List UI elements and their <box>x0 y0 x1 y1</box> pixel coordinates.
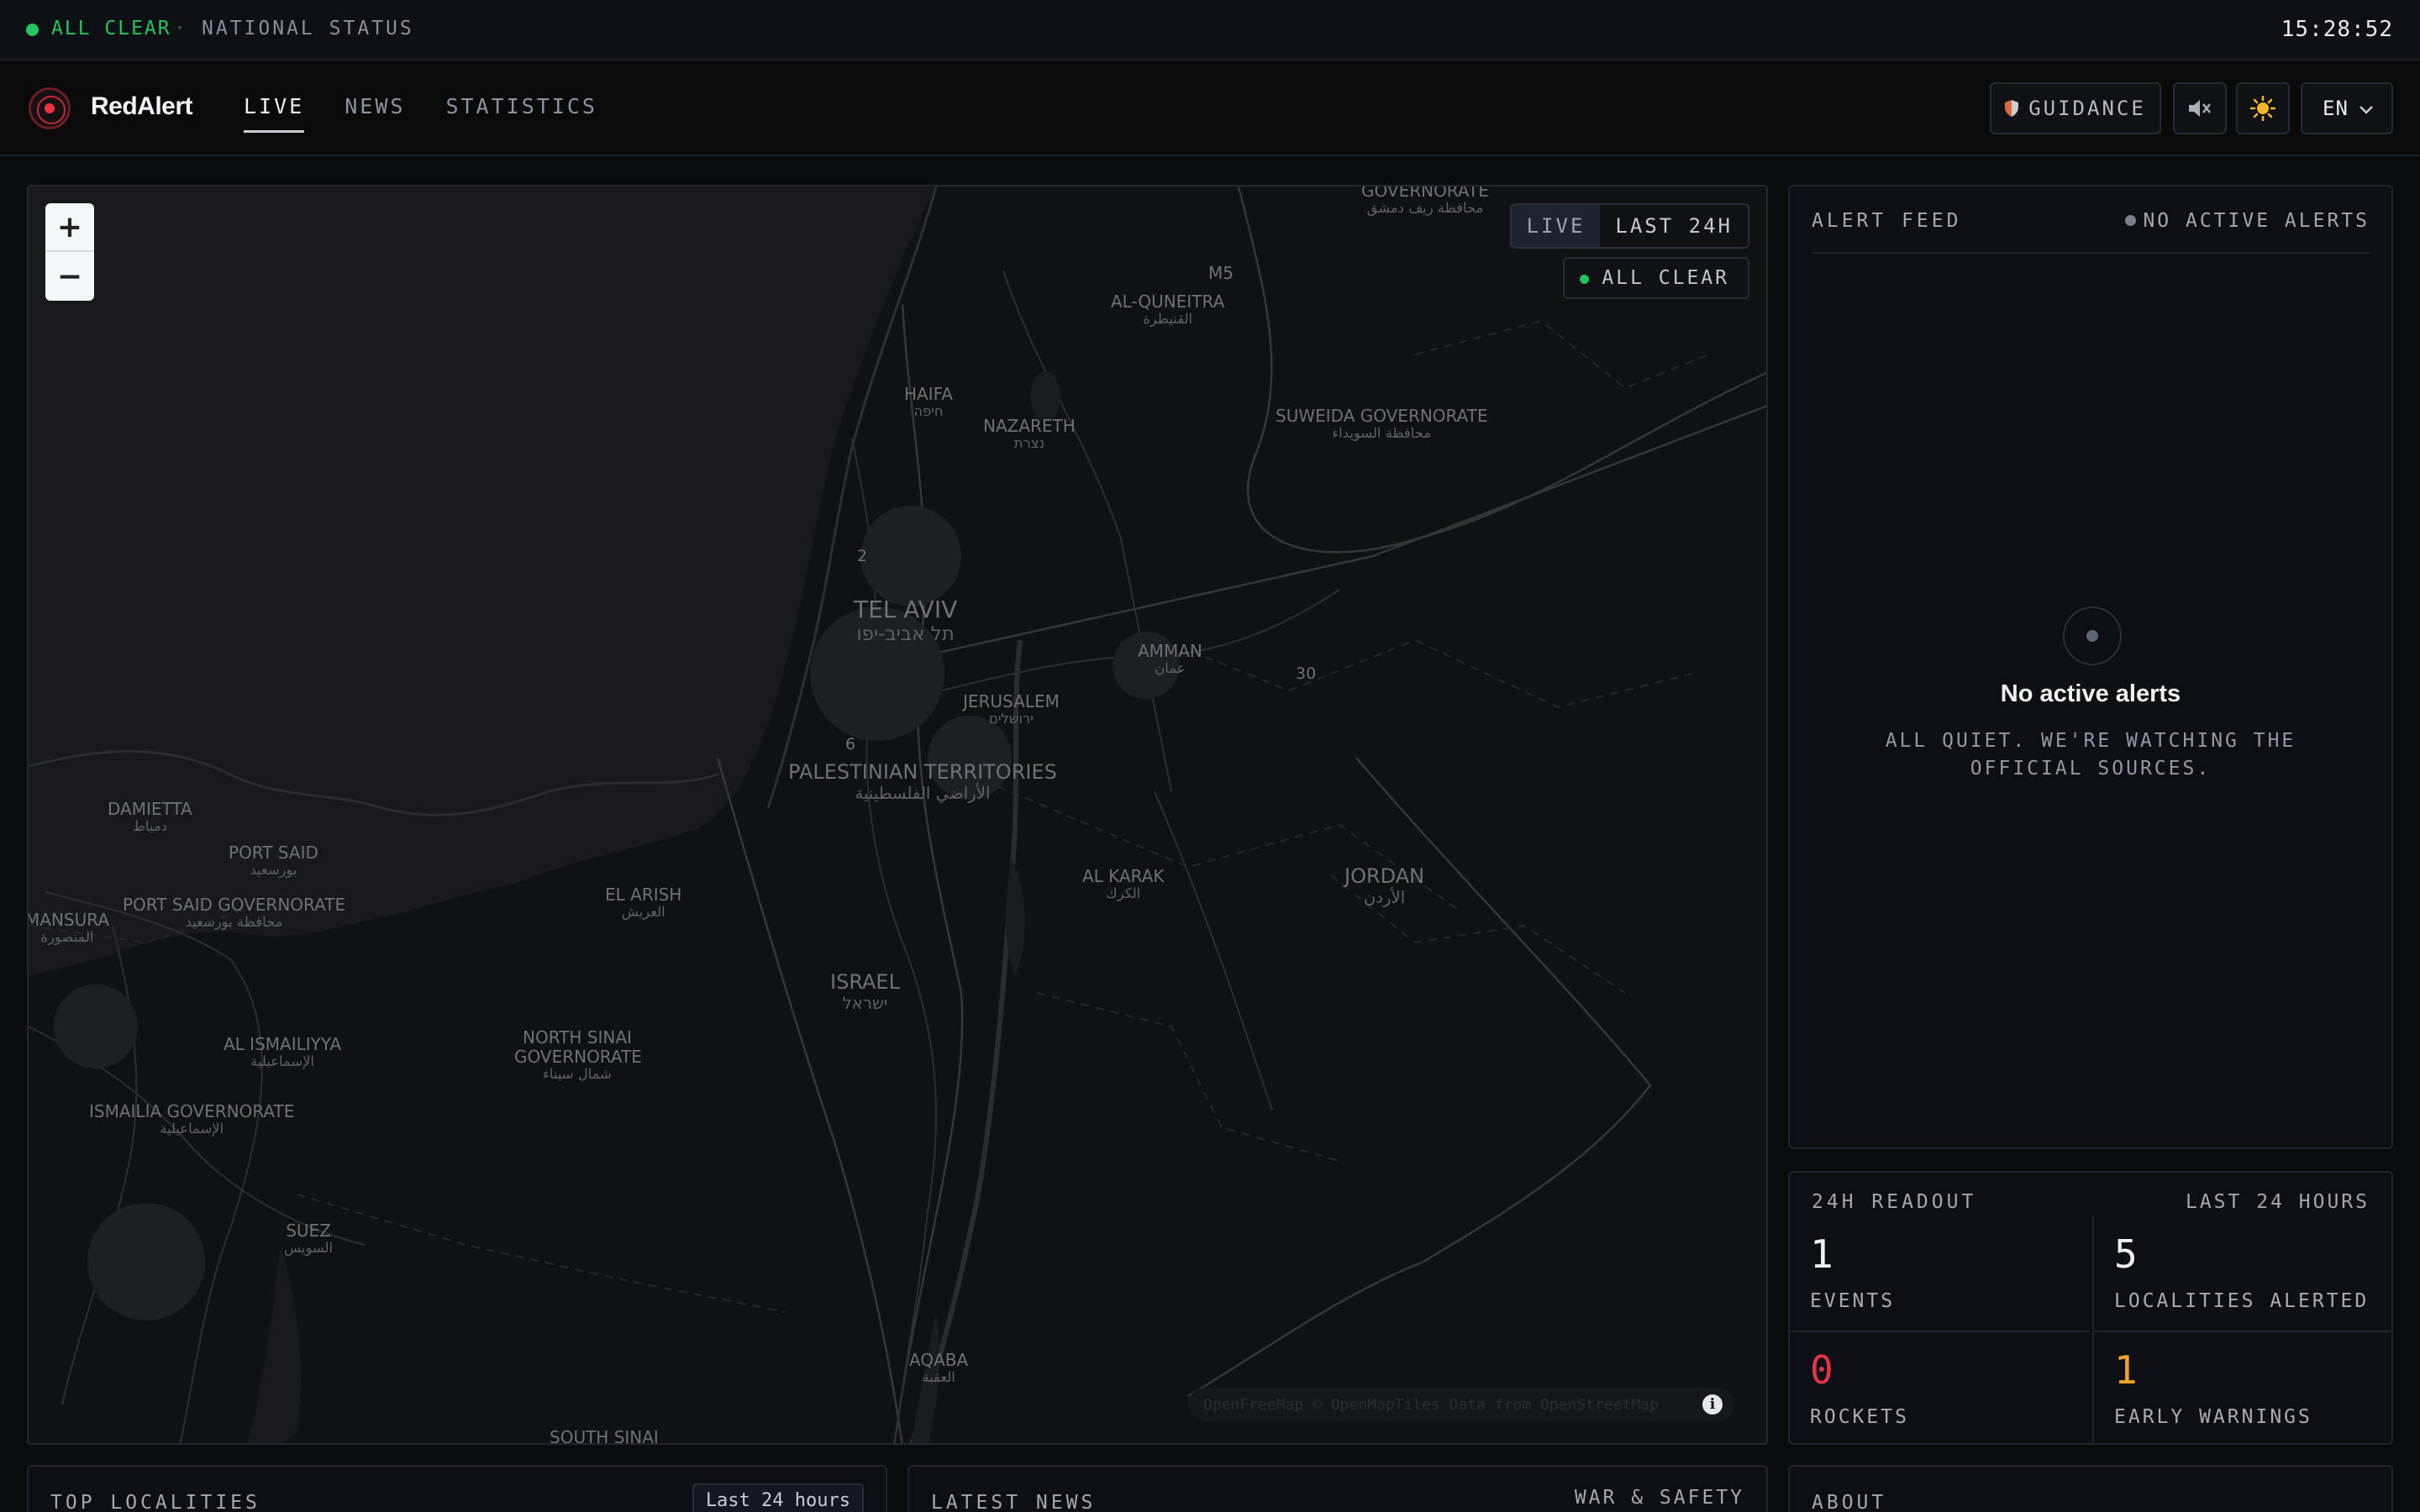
shield-icon <box>2005 100 2019 117</box>
readout-title: 24H READOUT <box>1812 1191 1977 1213</box>
map-label: GOVERNORATE محافظة ريف دمشق <box>1361 185 1489 216</box>
map-label: SUWEIDA GOVERNORATE محافظة السويداء <box>1276 406 1488 441</box>
status-dot-icon <box>26 24 39 36</box>
stat-value: 5 <box>2114 1231 2138 1277</box>
language-value: EN <box>2323 97 2349 120</box>
latest-news-title: LATEST NEWS <box>931 1492 1097 1512</box>
map-label: NAZARETH נצרת <box>983 416 1076 451</box>
readout-panel: 24H READOUT LAST 24 HOURS 1 EVENTS 5 LOC… <box>1788 1171 2393 1445</box>
map-label: EL ARISH العريش <box>605 885 682 920</box>
map-label: ISMAILIA GOVERNORATE الإسماعيلية <box>89 1101 295 1137</box>
stat-value: 1 <box>2114 1347 2138 1393</box>
map-label: MANSURA المنصورة <box>27 910 109 945</box>
stat-events: 1 EVENTS <box>1790 1216 2090 1329</box>
map-label: HAIFA חיפה <box>904 384 953 419</box>
map-label: AQABA العقبة <box>909 1350 969 1385</box>
stat-label: LOCALITIES ALERTED <box>2114 1290 2370 1312</box>
national-status-state: ALL CLEAR <box>51 18 171 39</box>
readout-range: LAST 24 HOURS <box>2185 1191 2370 1213</box>
about-title: ABOUT <box>1812 1492 1887 1512</box>
alert-feed-status: NO ACTIVE ALERTS <box>2125 210 2370 232</box>
stat-early-warnings: 1 EARLY WARNINGS <box>2092 1331 2392 1443</box>
map-label: PALESTINIAN TERRITORIES الأراضي الفلسطيني… <box>788 760 1057 803</box>
map-label: 30 <box>1296 664 1317 683</box>
sound-toggle-button[interactable] <box>2173 82 2227 134</box>
brand-name[interactable]: RedAlert <box>91 92 193 121</box>
national-status-label: NATIONAL STATUS <box>202 18 414 39</box>
map-label: 6 <box>845 735 856 753</box>
info-icon[interactable]: i <box>1702 1394 1723 1415</box>
alert-feed-panel: ALERT FEED NO ACTIVE ALERTS No active al… <box>1788 185 2393 1149</box>
sun-icon <box>2250 96 2275 121</box>
alert-feed-title: ALERT FEED <box>1812 210 1962 232</box>
stat-localities: 5 LOCALITIES ALERTED <box>2092 1216 2392 1329</box>
zoom-control: + − <box>45 203 94 301</box>
stat-rockets: 0 ROCKETS <box>1790 1331 2090 1443</box>
map-label: AMMAN عمان <box>1138 641 1202 676</box>
language-select[interactable]: EN <box>2301 82 2393 134</box>
map-label: NORTH SINAI GOVERNORATE شمال سيناء <box>514 1027 642 1082</box>
map-label: AL KARAK الكرك <box>1082 866 1165 901</box>
map-label: TEL AVIV תל אביב-יפו <box>854 596 958 646</box>
divider <box>1812 252 2370 254</box>
map-mode-toggle: LIVE LAST 24H <box>1509 203 1749 249</box>
map-label: SUEZ السويس <box>284 1221 334 1256</box>
speaker-muted-icon <box>2189 100 2211 117</box>
logo-icon[interactable] <box>29 87 71 129</box>
map-label: SOUTH SINAI <box>550 1427 659 1445</box>
map-label: AL ISMAILIYYA الإسماعيلية <box>224 1034 342 1069</box>
zoom-in-button[interactable]: + <box>45 203 94 252</box>
map-label: JORDAN الأردن <box>1344 864 1425 907</box>
guidance-button[interactable]: GUIDANCE <box>1990 82 2161 134</box>
map-label: DAMIETTA دمياط <box>108 799 192 834</box>
latest-news-panel: LATEST NEWS WAR & SAFETY <box>908 1465 1768 1512</box>
stat-label: EVENTS <box>1810 1290 1896 1312</box>
nav-live[interactable]: LIVE <box>244 94 305 133</box>
clock: 15:28:52 <box>2281 17 2393 42</box>
stat-value: 1 <box>1810 1231 1833 1277</box>
empty-state-subtitle: ALL QUIET. WE'RE WATCHING THE OFFICIAL S… <box>1885 730 2296 780</box>
map-label: M5 <box>1208 263 1234 283</box>
nav-statistics[interactable]: STATISTICS <box>445 94 597 133</box>
nav-news[interactable]: NEWS <box>345 94 405 133</box>
time-range-select[interactable]: Last 24 hours <box>692 1483 864 1512</box>
stat-label: EARLY WARNINGS <box>2114 1406 2312 1428</box>
about-panel: ABOUT <box>1788 1465 2393 1512</box>
empty-state-title: No active alerts <box>2000 680 2181 707</box>
app-header: RedAlert LIVE NEWS STATISTICS GUIDANCE E… <box>0 62 2420 156</box>
map-label: PORT SAID GOVERNORATE محافظة بورسعيد <box>123 895 346 930</box>
attribution-text[interactable]: OpenFreeMap © OpenMapTiles Data from Ope… <box>1203 1396 1659 1414</box>
map-label: ISRAEL ישראל <box>830 970 900 1013</box>
mode-last-24h-button[interactable]: LAST 24H <box>1600 205 1748 247</box>
stat-value: 0 <box>1810 1347 1833 1393</box>
news-category[interactable]: WAR & SAFETY <box>1575 1487 1744 1509</box>
map-label: AL-QUNEITRA القنيطرة <box>1111 291 1225 327</box>
alert-map[interactable]: GOVERNORATE محافظة ريف دمشق M5 AL-QUNEITR… <box>27 185 1768 1445</box>
radar-icon <box>2063 606 2122 665</box>
map-label: JERUSALEM ירושלים <box>963 691 1060 727</box>
zoom-out-button[interactable]: − <box>45 252 94 301</box>
theme-toggle-button[interactable] <box>2236 82 2290 134</box>
map-label: 2 <box>857 547 868 565</box>
top-localities-panel: TOP LOCALITIES Last 24 hours <box>27 1465 887 1512</box>
status-separator: · <box>174 18 186 39</box>
mode-live-button[interactable]: LIVE <box>1511 205 1601 247</box>
main-nav: LIVE NEWS STATISTICS <box>244 94 638 133</box>
stat-label: ROCKETS <box>1810 1406 1909 1428</box>
map-attribution: OpenFreeMap © OpenMapTiles Data from Ope… <box>1188 1388 1734 1421</box>
map-label: PORT SAID بورسعيد <box>229 843 318 878</box>
status-bar: ALL CLEAR · NATIONAL STATUS 15:28:52 <box>0 0 2420 60</box>
map-status-badge: ALL CLEAR <box>1563 257 1749 299</box>
top-localities-title: TOP LOCALITIES <box>50 1492 260 1512</box>
guidance-label: GUIDANCE <box>2028 97 2146 120</box>
chevron-down-icon <box>2360 106 2373 114</box>
